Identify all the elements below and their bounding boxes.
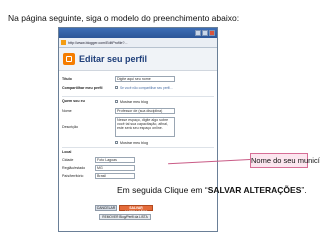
descricao-textarea[interactable]: Nesse espaço, digite algo sobre você tal… <box>115 117 175 137</box>
compartilhar-checkbox[interactable] <box>115 86 118 89</box>
instruction-bottom: Em seguida Clique em “SALVAR ALTERAÇÕES”… <box>117 185 307 195</box>
minimize-icon[interactable] <box>195 30 201 36</box>
divider <box>62 147 214 148</box>
quem-label: Quem sou eu <box>62 99 85 103</box>
profile-header: Editar seu perfil <box>59 48 217 71</box>
instruction-bottom-highlight: SALVAR ALTERAÇÕES <box>207 185 302 195</box>
address-url[interactable]: http://www.blogger.com/EditProfile?... <box>68 41 128 45</box>
profile-form: Título Digite aqui seu nome Compartilhar… <box>59 71 217 229</box>
blogger-logo-icon <box>63 53 75 65</box>
titulo-input[interactable]: Digite aqui seu nome <box>115 76 175 82</box>
instruction-bottom-prefix: Em seguida Clique em “ <box>117 185 208 195</box>
regiao-label: Região/estado <box>62 166 86 170</box>
local-label: Local <box>62 150 72 154</box>
window-controls <box>195 30 215 36</box>
compartilhar-label: Compartilhar meu perfil <box>62 86 103 90</box>
mostrar-blog-label: Mostrar meu blog <box>120 141 148 145</box>
window-titlebar <box>59 28 217 38</box>
mostrar-blog-checkbox[interactable] <box>115 141 118 144</box>
cancel-button[interactable]: CANCELAR <box>95 205 117 211</box>
cidade-input[interactable]: Foto Lagoas <box>95 157 135 163</box>
blogger-favicon-icon <box>61 40 66 45</box>
browser-window: http://www.blogger.com/EditProfile?... E… <box>58 27 218 232</box>
address-bar[interactable]: http://www.blogger.com/EditProfile?... <box>59 38 217 48</box>
nome-label: Nome <box>62 109 72 113</box>
mostrar-checkbox[interactable] <box>115 100 118 103</box>
regiao-input[interactable]: MG <box>95 165 135 171</box>
descricao-label: Descrição <box>62 125 78 129</box>
close-icon[interactable] <box>209 30 215 36</box>
nome-input[interactable]: Professor de (sua disciplina) <box>115 108 175 114</box>
save-changes-button[interactable]: SALVAR ALTERAÇÕES <box>119 205 153 214</box>
pais-select[interactable]: Brasil <box>95 173 135 179</box>
maximize-icon[interactable] <box>202 30 208 36</box>
pais-label: País/território <box>62 174 84 178</box>
cidade-label: Cidade <box>62 158 74 162</box>
municipio-callout: Nome do seu município. <box>250 153 320 168</box>
instruction-top: Na página seguinte, siga o modelo do pre… <box>8 13 240 23</box>
compartilhar-hint: Se você não compartilhar seu perfil... <box>120 86 173 90</box>
remove-blog-button[interactable]: REMOVER Blog/Perfil da LISTA <box>99 214 151 220</box>
mostrar-label: Mostrar meu blog <box>120 100 148 104</box>
instruction-bottom-suffix: ”. <box>301 185 307 195</box>
titulo-label: Título <box>62 77 72 81</box>
page-title: Editar seu perfil <box>79 54 148 64</box>
divider <box>62 96 214 97</box>
